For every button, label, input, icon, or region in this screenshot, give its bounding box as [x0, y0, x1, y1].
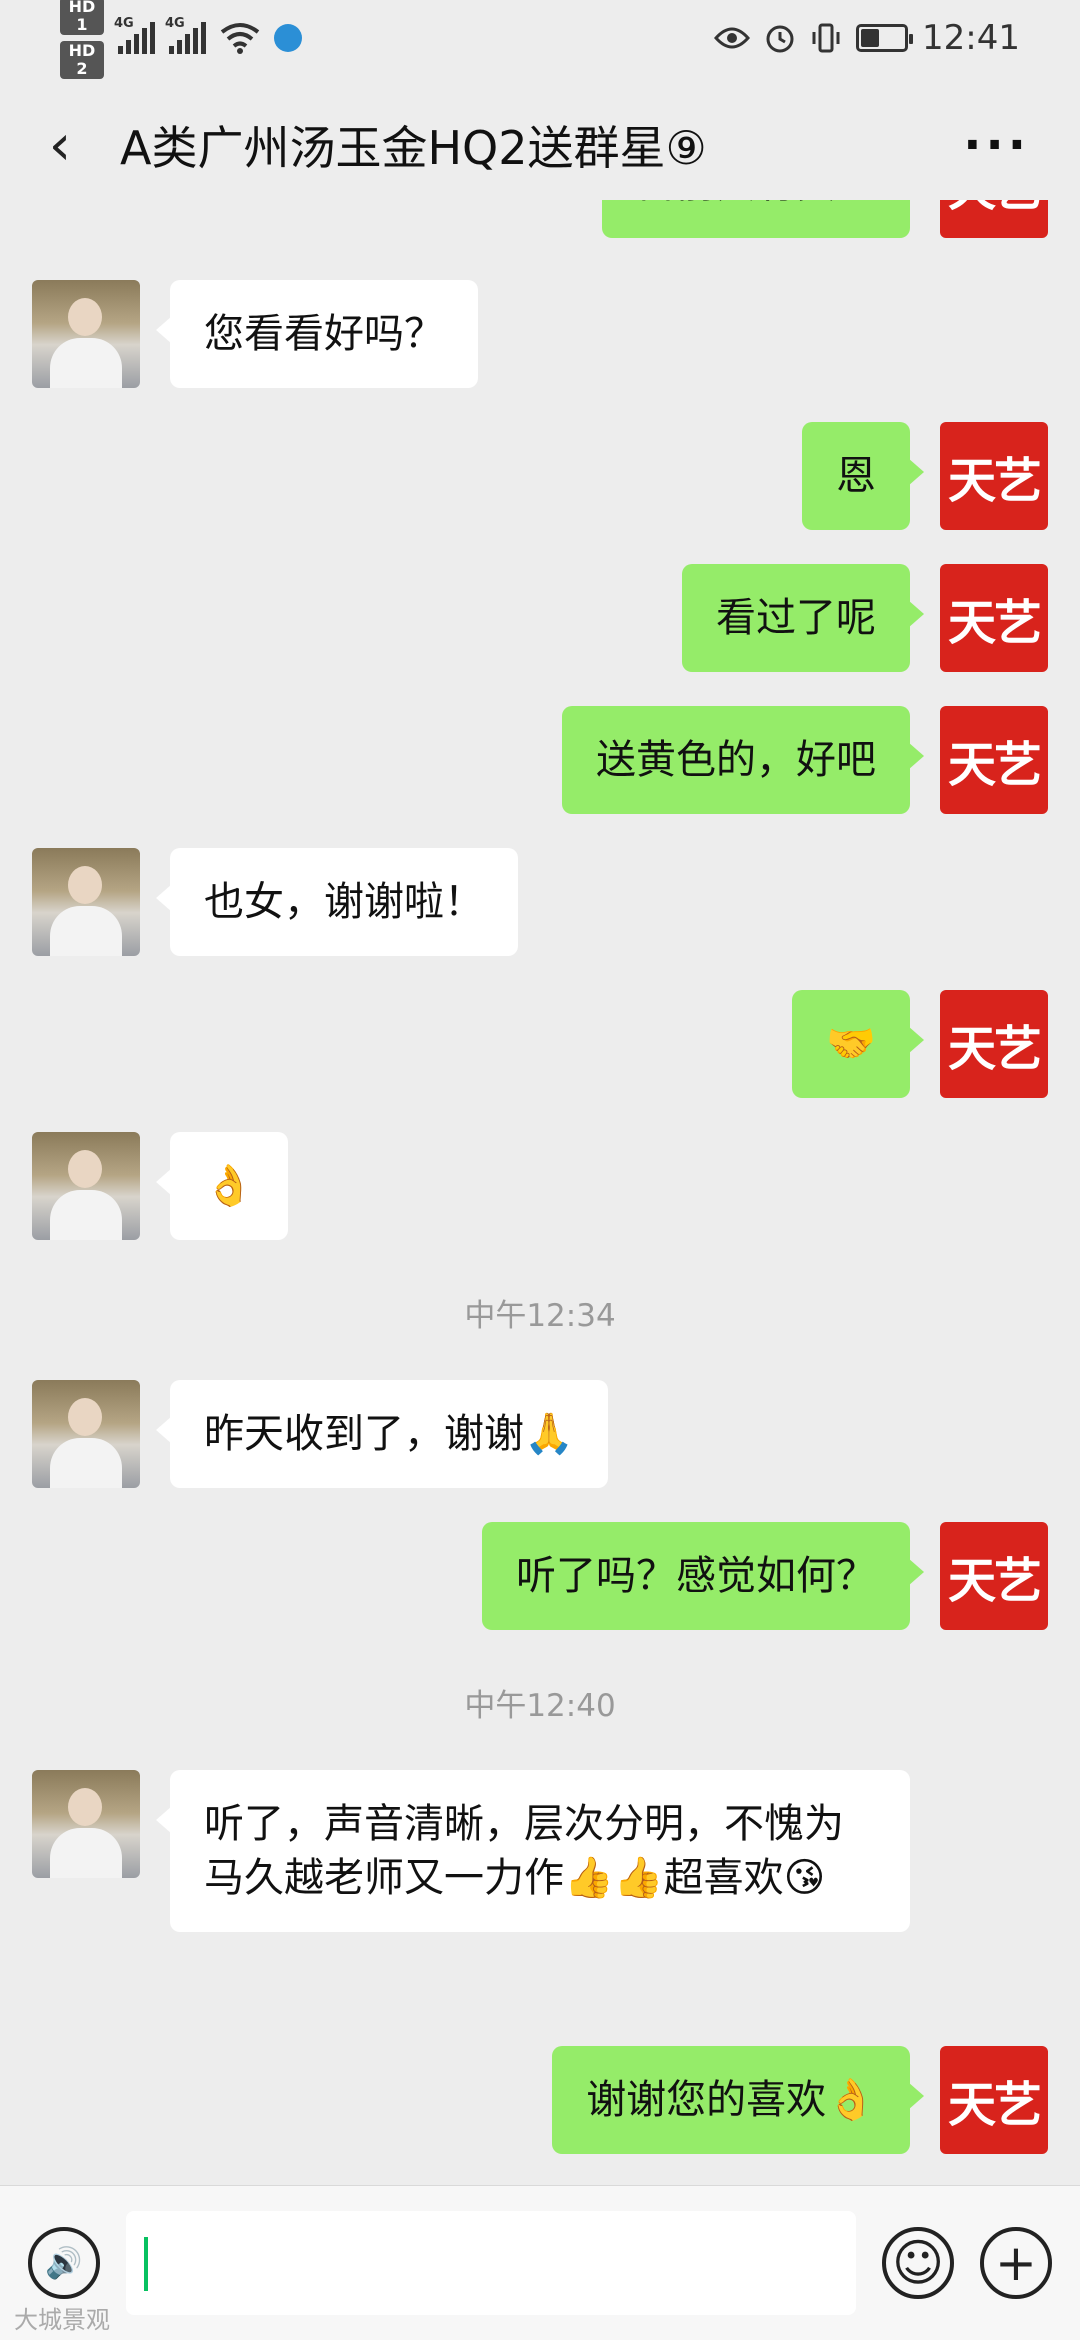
signal-icon: 4G — [165, 16, 206, 54]
eye-icon — [714, 27, 751, 48]
message-list[interactable]: 目前只有黄色 天艺 您看看好吗？ 恩 天艺 看过了呢 天艺 送黄色的，好吧 天艺… — [0, 200, 1080, 2185]
hd2-badge: HD 2 — [60, 40, 104, 79]
avatar-contact[interactable] — [32, 1132, 140, 1240]
message-bubble-contact[interactable]: 听了，声音清晰，层次分明，不愧为马久越老师又一力作👍👍超喜欢😘 — [156, 1770, 910, 1932]
emoji-button[interactable]: ☺ — [882, 2227, 954, 2299]
avatar-self[interactable]: 天艺 — [940, 1522, 1048, 1630]
message-bubble-contact[interactable]: 昨天收到了，谢谢🙏 — [156, 1380, 608, 1488]
voice-icon: 🔊 — [45, 2245, 83, 2281]
avatar-self[interactable]: 天艺 — [940, 2046, 1048, 2154]
message-bubble-self[interactable]: 看过了呢 — [682, 564, 924, 672]
watermark: 大城景观 — [14, 2306, 110, 2334]
message-input[interactable] — [126, 2211, 856, 2315]
chat-header: ‹ A类广州汤玉金HQ2送群星⑨ ··· — [0, 75, 1080, 215]
message-bubble-contact[interactable]: 您看看好吗？ — [156, 280, 478, 388]
message-bubble-self[interactable]: 目前只有黄色 — [602, 200, 910, 238]
avatar-contact[interactable] — [32, 280, 140, 388]
avatar-contact[interactable] — [32, 848, 140, 956]
input-bar: 🔊 ☺ + — [0, 2185, 1080, 2340]
avatar-contact[interactable] — [32, 1770, 140, 1878]
chat-title: A类广州汤玉金HQ2送群星⑨ — [120, 121, 707, 175]
timestamp: 中午12:34 — [464, 1298, 616, 1334]
status-bar: HD 1 HD 2 4G 4G 12:41 — [0, 0, 1080, 79]
emoji-icon: ☺ — [891, 2234, 945, 2292]
message-bubble-self[interactable]: 🤝 — [792, 990, 924, 1098]
alarm-icon — [766, 25, 794, 52]
signal-icon: 4G — [114, 16, 155, 54]
voice-button[interactable]: 🔊 — [28, 2227, 100, 2299]
network-type-1: 4G — [114, 15, 134, 31]
avatar-self[interactable]: 天艺 — [940, 706, 1048, 814]
globe-icon — [274, 23, 302, 52]
message-bubble-self[interactable]: 送黄色的，好吧 — [562, 706, 924, 814]
hd1-badge: HD 1 — [60, 0, 104, 35]
more-button[interactable]: ··· — [963, 117, 1050, 173]
plus-button[interactable]: + — [980, 2227, 1052, 2299]
status-right: 12:41 — [714, 18, 1020, 58]
battery-icon — [856, 23, 914, 52]
network-type-2: 4G — [165, 15, 185, 31]
avatar-self[interactable]: 天艺 — [940, 990, 1048, 1098]
message-bubble-self[interactable]: 恩 — [802, 422, 924, 530]
avatar-self[interactable]: 天艺 — [940, 564, 1048, 672]
message-bubble-self[interactable]: 听了吗？感觉如何？ — [482, 1522, 924, 1630]
avatar-self[interactable]: 天艺 — [940, 422, 1048, 530]
status-left: HD 1 HD 2 4G 4G — [60, 0, 302, 79]
timestamp: 中午12:40 — [464, 1688, 616, 1724]
text-caret — [144, 2237, 148, 2291]
avatar-self[interactable]: 天艺 — [940, 200, 1048, 238]
status-time: 12:41 — [922, 17, 1020, 58]
back-button[interactable]: ‹ — [30, 112, 90, 178]
hd-indicator: HD 1 HD 2 — [60, 0, 104, 79]
message-bubble-contact[interactable]: 👌 — [156, 1132, 288, 1240]
chevron-left-icon: ‹ — [48, 112, 72, 178]
plus-icon: + — [995, 2234, 1037, 2292]
avatar-contact[interactable] — [32, 1380, 140, 1488]
message-bubble-self[interactable]: 谢谢您的喜欢👌 — [552, 2046, 924, 2154]
vibrate-icon — [812, 23, 840, 52]
wifi-icon — [220, 22, 260, 54]
message-bubble-contact[interactable]: 也女，谢谢啦！ — [156, 848, 518, 956]
